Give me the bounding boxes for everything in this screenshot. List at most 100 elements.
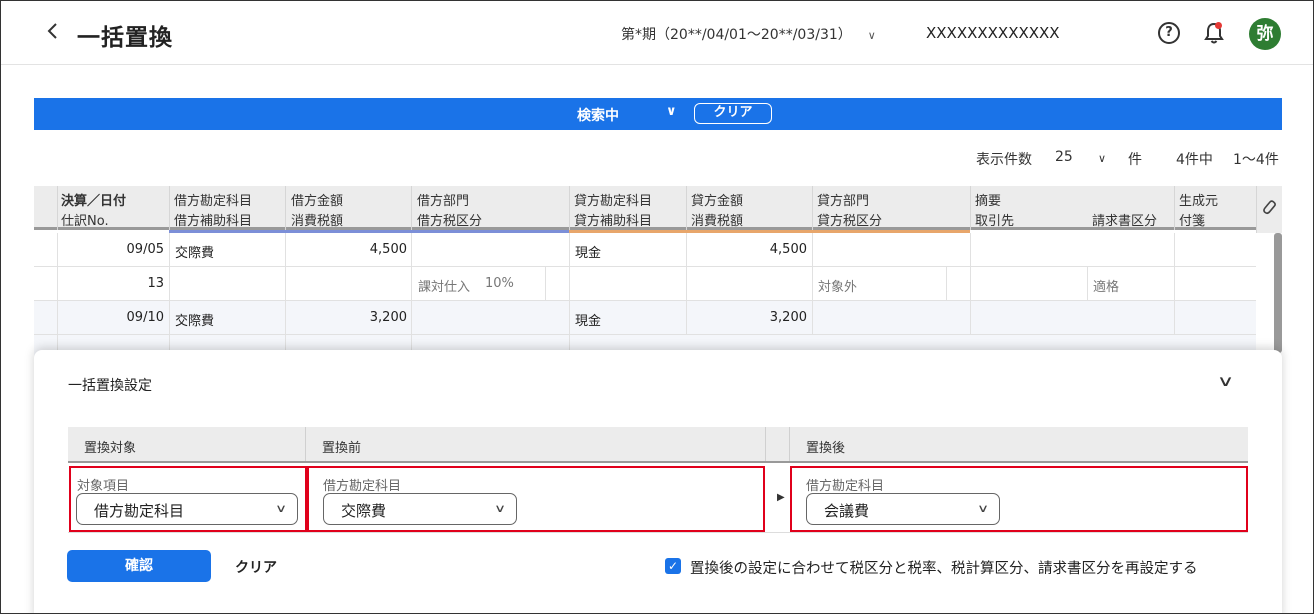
- col-header-sticky[interactable]: 付箋: [1179, 210, 1205, 229]
- column-divider: [970, 233, 971, 267]
- col-header-invoice[interactable]: 請求書区分: [1092, 210, 1157, 229]
- cell-credit-account: 現金: [575, 314, 602, 329]
- col-header-credit-amount[interactable]: 貸方金額: [691, 190, 743, 209]
- page-header: 一括置換 第*期（20**/04/01〜20**/03/31） ∨ XXXXXXX…: [1, 1, 1313, 65]
- column-divider: [569, 233, 570, 267]
- range-label: 1〜4件: [1233, 152, 1279, 168]
- table-row[interactable]: 13 課対仕入 10% 対象外 適格: [34, 267, 1256, 301]
- column-divider: [169, 186, 170, 230]
- table-header-row2: 仕訳No. 借方補助科目 消費税額 借方税区分 貸方補助科目 消費税額 貸方税区…: [34, 208, 1264, 230]
- page-title: 一括置換: [77, 25, 173, 51]
- cell-debit-account: 交際費: [175, 314, 215, 329]
- double-chevron-down-icon[interactable]: ∨: [666, 104, 677, 119]
- reset-tax-checkbox[interactable]: ✓: [665, 558, 681, 574]
- app-window: 一括置換 第*期（20**/04/01〜20**/03/31） ∨ XXXXXXX…: [0, 0, 1314, 614]
- column-divider: [970, 267, 971, 301]
- column-divider: [1174, 233, 1175, 267]
- col-header-before: 置換前: [322, 441, 362, 456]
- column-divider: [411, 301, 412, 335]
- column-divider: [970, 186, 971, 230]
- target-field-label: 対象項目: [77, 479, 130, 494]
- col-header-date[interactable]: 決算／日付: [61, 190, 126, 209]
- cell-credit-account: 現金: [575, 246, 602, 261]
- col-header-debit-sub[interactable]: 借方補助科目: [174, 210, 252, 229]
- cell-debit-tax-class: 課対仕入: [418, 280, 471, 295]
- display-count-select[interactable]: 25: [1055, 149, 1073, 165]
- col-header-credit-tax[interactable]: 消費税額: [691, 210, 743, 229]
- col-header-debit-amount[interactable]: 借方金額: [291, 190, 343, 209]
- company-name[interactable]: XXXXXXXXXXXXX: [926, 24, 1060, 42]
- chevron-down-icon: ∨: [493, 502, 507, 515]
- column-divider: [169, 233, 170, 267]
- chevron-down-icon: ∨: [867, 29, 876, 42]
- chevron-down-icon[interactable]: ∨: [1098, 152, 1106, 165]
- col-header-credit-tax-class[interactable]: 貸方税区分: [817, 210, 882, 229]
- column-divider: [1087, 267, 1088, 301]
- column-divider: [789, 427, 790, 461]
- chevron-down-icon: ∨: [274, 502, 288, 515]
- col-header-debit-account[interactable]: 借方勘定科目: [174, 190, 252, 209]
- column-divider: [411, 267, 412, 301]
- col-header-after: 置換後: [806, 441, 846, 456]
- notification-dot: [1215, 22, 1222, 29]
- col-header-credit-account[interactable]: 貸方勘定科目: [574, 190, 652, 209]
- column-divider: [1174, 267, 1175, 301]
- column-divider: [970, 301, 971, 335]
- search-banner: 検索中 ∨ クリア: [34, 98, 1282, 130]
- cell-credit-amount: 3,200: [769, 310, 807, 325]
- cell-debit-account: 交際費: [175, 246, 215, 261]
- before-select-value: 交際費: [341, 502, 387, 520]
- avatar[interactable]: 弥: [1249, 18, 1281, 50]
- confirm-button[interactable]: 確認: [67, 550, 211, 582]
- clear-button[interactable]: クリア: [235, 557, 277, 577]
- cell-debit-amount: 3,200: [369, 310, 407, 325]
- help-icon[interactable]: ?: [1158, 22, 1180, 44]
- cell-date: 09/05: [126, 242, 164, 257]
- target-select[interactable]: 借方勘定科目 ∨: [76, 493, 298, 525]
- replace-table-header: 置換対象 置換前 置換後: [68, 427, 1248, 463]
- col-header-debit-tax[interactable]: 消費税額: [291, 210, 343, 229]
- column-divider: [812, 301, 813, 335]
- column-divider: [812, 186, 813, 230]
- column-divider: [569, 301, 570, 335]
- before-field-label: 借方勘定科目: [323, 479, 402, 494]
- chevron-down-icon[interactable]: ∨: [1217, 372, 1235, 390]
- column-divider: [285, 267, 286, 301]
- cell-invoice-class: 適格: [1093, 280, 1120, 295]
- period-label: 第*期（20**/04/01〜20**/03/31）: [621, 27, 852, 43]
- table-scrollbar[interactable]: [1274, 233, 1282, 353]
- arrow-right-icon: ▶: [777, 492, 785, 503]
- cell-credit-tax-class: 対象外: [818, 280, 858, 295]
- column-divider: [411, 233, 412, 267]
- search-status-label: 検索中: [577, 108, 619, 124]
- column-divider: [946, 267, 947, 301]
- bulk-replace-panel: 一括置換設定 ∨ 置換対象 置換前 置換後 対象項目 借方勘定科目 ∨ 借方勘定…: [34, 350, 1282, 613]
- cell-debit-tax-rate: 10%: [485, 276, 514, 291]
- before-select[interactable]: 交際費 ∨: [323, 493, 517, 525]
- col-header-credit-dept[interactable]: 貸方部門: [817, 190, 869, 209]
- table-row[interactable]: 09/10 交際費 3,200 現金 3,200: [34, 301, 1256, 335]
- column-divider: [305, 427, 306, 461]
- col-header-debit-dept[interactable]: 借方部門: [417, 190, 469, 209]
- search-clear-button[interactable]: クリア: [694, 103, 772, 124]
- display-count-unit: 件: [1128, 152, 1142, 168]
- display-count-label: 表示件数: [976, 152, 1032, 168]
- table-header-row1: 決算／日付 借方勘定科目 借方金額 借方部門 貸方勘定科目 貸方金額 貸方部門 …: [34, 186, 1264, 209]
- table-row[interactable]: 09/05 交際費 4,500 現金 4,500: [34, 233, 1256, 267]
- column-divider: [169, 301, 170, 335]
- after-select[interactable]: 会議費 ∨: [806, 493, 1000, 525]
- after-field-label: 借方勘定科目: [806, 479, 885, 494]
- col-header-source[interactable]: 生成元: [1179, 190, 1218, 209]
- col-header-credit-sub[interactable]: 貸方補助科目: [574, 210, 652, 229]
- column-divider: [765, 427, 766, 461]
- col-header-partner[interactable]: 取引先: [975, 210, 1014, 229]
- period-selector[interactable]: 第*期（20**/04/01〜20**/03/31） ∨: [621, 24, 876, 44]
- col-header-memo[interactable]: 摘要: [975, 190, 1001, 209]
- column-divider: [545, 267, 546, 301]
- col-header-journal-no[interactable]: 仕訳No.: [61, 210, 109, 229]
- column-divider: [569, 186, 570, 230]
- col-header-debit-tax-class[interactable]: 借方税区分: [417, 210, 482, 229]
- reset-tax-checkbox-label[interactable]: 置換後の設定に合わせて税区分と税率、税計算区分、請求書区分を再設定する: [690, 557, 1198, 578]
- chevron-down-icon: ∨: [976, 502, 990, 515]
- chevron-left-icon[interactable]: [45, 21, 65, 45]
